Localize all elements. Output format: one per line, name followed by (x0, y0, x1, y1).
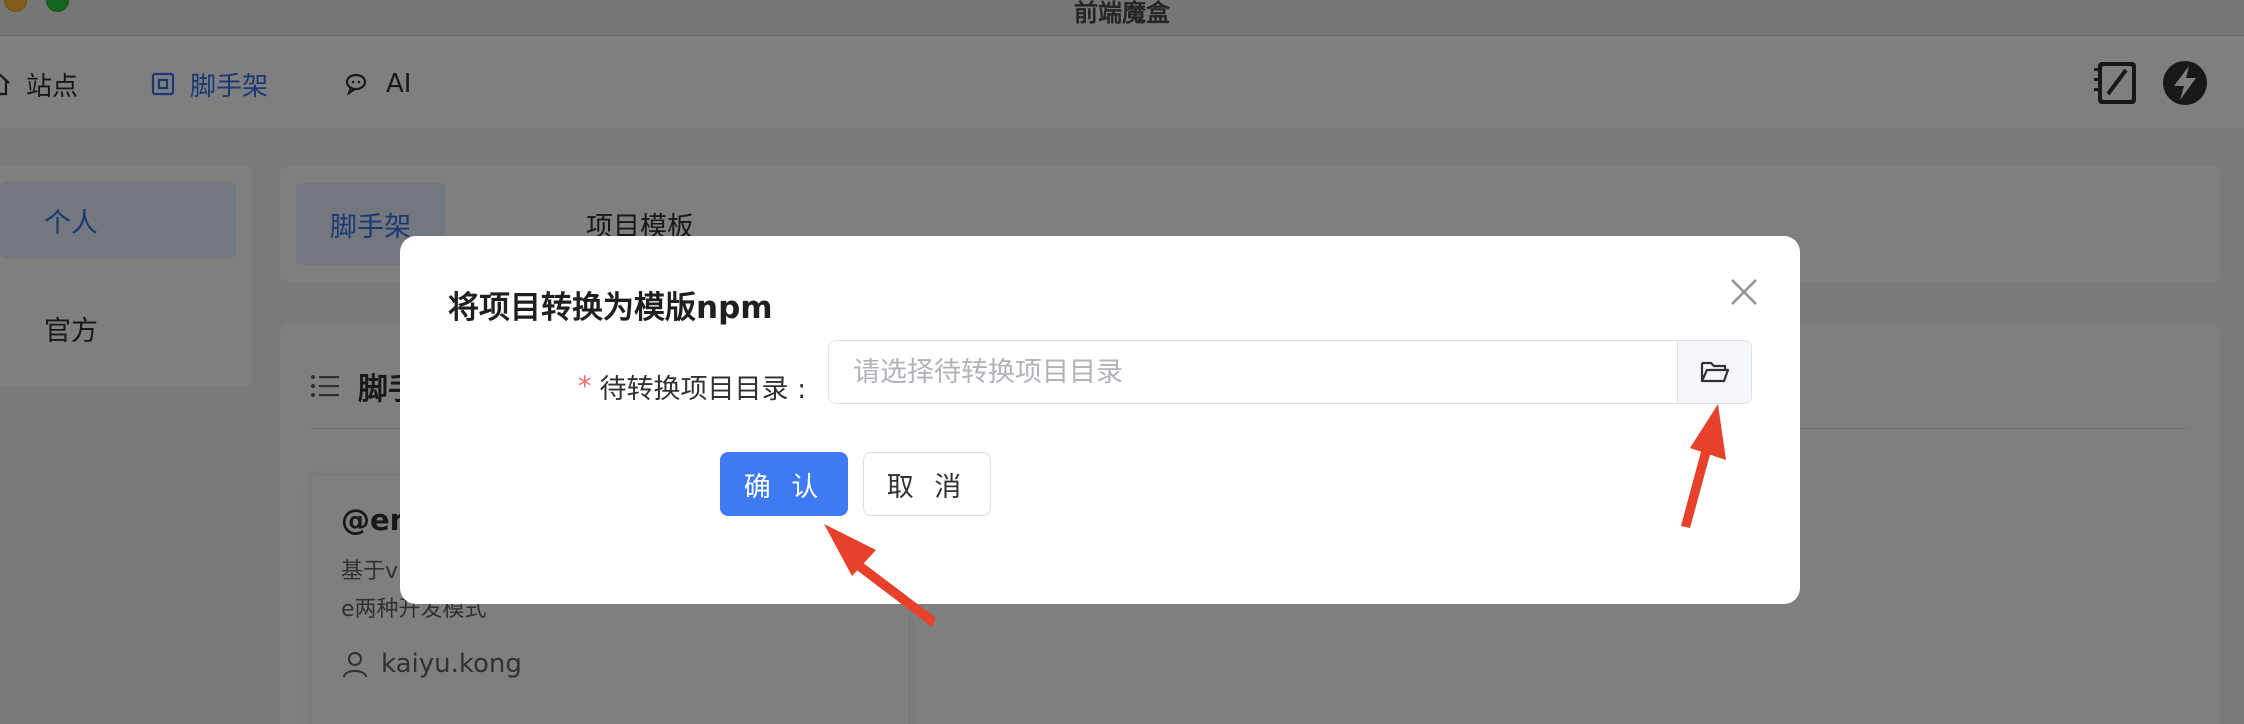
dialog-title: 将项目转换为模版npm (448, 290, 773, 326)
project-dir-label-text: 待转换项目目录 : (599, 373, 807, 405)
confirm-button[interactable]: 确 认 (720, 452, 848, 516)
required-mark: * (578, 370, 592, 402)
project-dir-field (828, 340, 1752, 404)
folder-picker-button[interactable] (1677, 341, 1751, 403)
convert-dialog: 将项目转换为模版npm * 待转换项目目录 : 确 认 取 消 (400, 236, 1800, 604)
folder-open-icon (1700, 361, 1729, 383)
project-dir-label: * 待转换项目目录 : (578, 354, 806, 418)
project-dir-input[interactable] (829, 341, 1677, 403)
close-icon[interactable] (1726, 274, 1762, 310)
cancel-button[interactable]: 取 消 (863, 452, 991, 516)
